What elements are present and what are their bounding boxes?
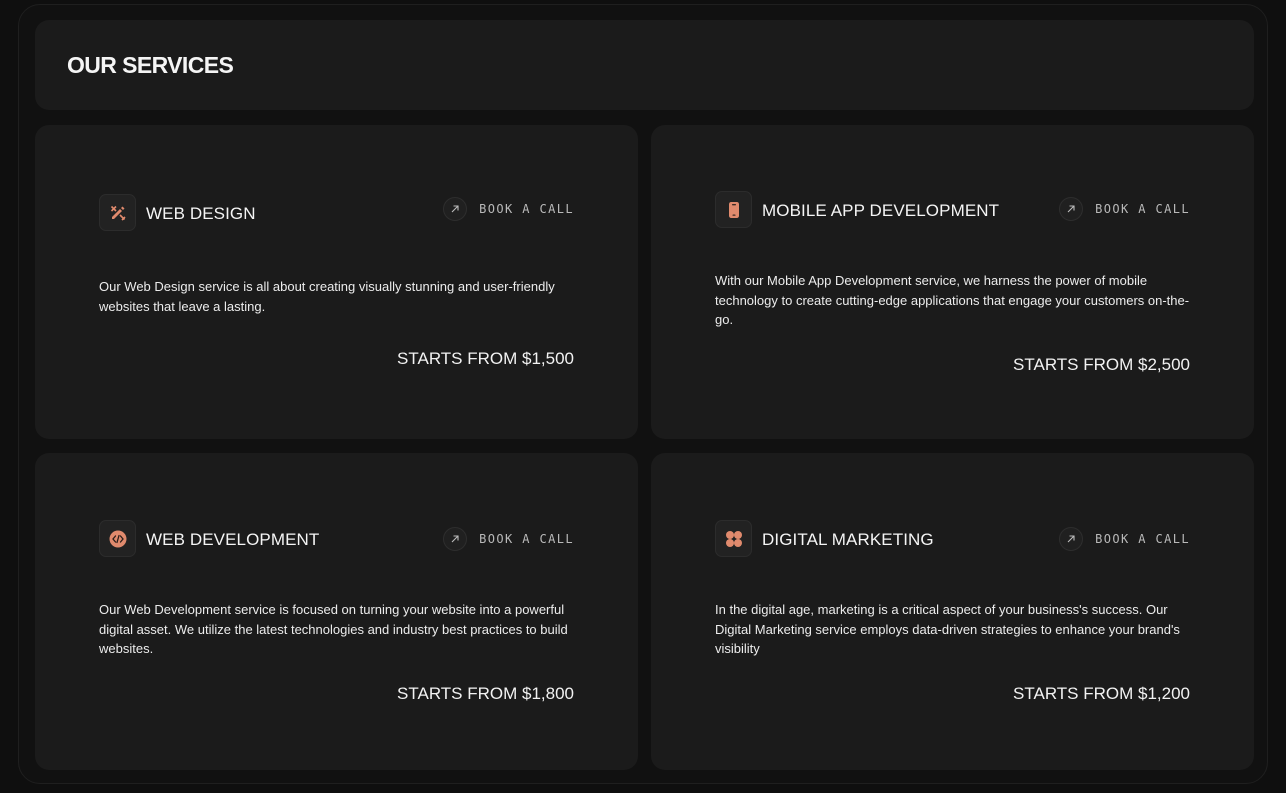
mobile-phone-icon <box>715 191 752 228</box>
arrow-up-right-icon <box>1059 197 1084 221</box>
book-a-call-label: BOOK A CALL <box>1095 532 1190 546</box>
arrow-up-right-icon <box>1059 527 1084 551</box>
code-icon <box>99 520 136 557</box>
services-header: OUR SERVICES <box>35 20 1254 110</box>
service-card-web-development: WEB DEVELOPMENT BOOK A CALL Our Web Deve… <box>35 453 638 770</box>
service-card-digital-marketing: DIGITAL MARKETING BOOK A CALL In the dig… <box>651 453 1254 770</box>
service-card-web-design: WEB DESIGN BOOK A CALL Our Web Design se… <box>35 125 638 439</box>
arrow-up-right-icon <box>443 527 468 551</box>
service-title: WEB DESIGN <box>146 204 256 223</box>
grid-dots-icon <box>715 520 752 557</box>
service-card-mobile-app-development: MOBILE APP DEVELOPMENT BOOK A CALL With … <box>651 125 1254 439</box>
service-price: STARTS FROM $2,500 <box>1013 355 1190 374</box>
service-description: With our Mobile App Development service,… <box>715 273 1190 327</box>
book-a-call-button[interactable]: BOOK A CALL <box>443 196 574 222</box>
book-a-call-button[interactable]: BOOK A CALL <box>1059 526 1190 552</box>
book-a-call-button[interactable]: BOOK A CALL <box>443 526 574 552</box>
arrow-up-right-icon <box>443 197 468 221</box>
service-title: DIGITAL MARKETING <box>762 530 934 549</box>
book-a-call-label: BOOK A CALL <box>479 532 574 546</box>
design-pencil-icon <box>99 194 136 231</box>
service-description: In the digital age, marketing is a criti… <box>715 602 1180 656</box>
service-price: STARTS FROM $1,800 <box>397 684 574 703</box>
service-price: STARTS FROM $1,500 <box>397 349 574 368</box>
service-description: Our Web Development service is focused o… <box>99 602 568 656</box>
book-a-call-button[interactable]: BOOK A CALL <box>1059 196 1190 222</box>
service-title: MOBILE APP DEVELOPMENT <box>762 201 1000 220</box>
page-title: OUR SERVICES <box>67 52 234 78</box>
service-description: Our Web Design service is all about crea… <box>99 279 555 314</box>
service-title: WEB DEVELOPMENT <box>146 530 320 549</box>
service-price: STARTS FROM $1,200 <box>1013 684 1190 703</box>
book-a-call-label: BOOK A CALL <box>1095 202 1190 216</box>
book-a-call-label: BOOK A CALL <box>479 202 574 216</box>
